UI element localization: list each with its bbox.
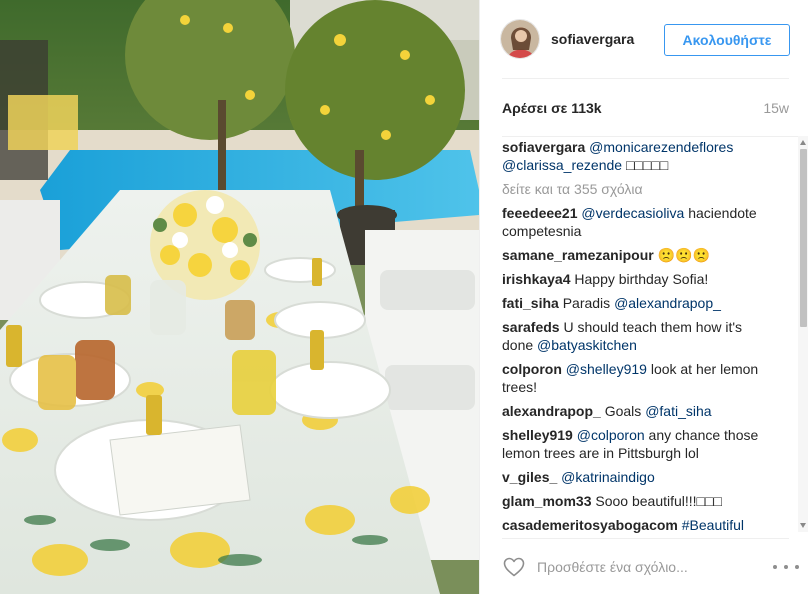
dot bbox=[795, 565, 799, 569]
post-caption: sofiavergara @monicarezendeflores @clari… bbox=[502, 138, 777, 174]
comment-username[interactable]: samane_ramezanipour bbox=[502, 247, 654, 263]
avatar[interactable] bbox=[500, 19, 540, 59]
list-item: colporon @shelley919 look at her lemon t… bbox=[502, 360, 777, 396]
caption-mention[interactable]: @clarissa_rezende bbox=[502, 157, 622, 173]
comment-text: Goals bbox=[600, 403, 646, 419]
scroll-down-arrow-icon[interactable] bbox=[800, 523, 806, 528]
comment-mention[interactable]: @alexandrapop_ bbox=[614, 295, 721, 311]
comment-mention[interactable]: @fati_siha bbox=[645, 403, 711, 419]
list-item: sarafeds U should teach them how it's do… bbox=[502, 318, 777, 354]
post-side-panel: sofiavergara Ακολουθήστε Αρέσει σε 113k … bbox=[479, 0, 808, 594]
comment-username[interactable]: feeedeee21 bbox=[502, 205, 578, 221]
comment-text: Happy birthday Sofia! bbox=[570, 271, 709, 287]
post-timestamp[interactable]: 15w bbox=[763, 100, 789, 116]
comment-mention[interactable]: @batyaskitchen bbox=[537, 337, 637, 353]
more-options-icon[interactable] bbox=[773, 558, 799, 576]
list-item: shelley919 @colporon any chance those le… bbox=[502, 426, 777, 462]
scroll-up-arrow-icon[interactable] bbox=[800, 140, 806, 145]
comment-mention[interactable]: @shelley919 bbox=[566, 361, 647, 377]
comment-text: Paradis bbox=[558, 295, 615, 311]
comment-mention[interactable]: @colporon bbox=[577, 427, 645, 443]
dot bbox=[784, 565, 788, 569]
list-item: irishkaya4 Happy birthday Sofia! bbox=[502, 270, 777, 288]
likes-count[interactable]: Αρέσει σε 113k bbox=[502, 100, 602, 116]
post-image bbox=[0, 0, 479, 594]
list-item: samane_ramezanipour 🙁🙁🙁 bbox=[502, 246, 777, 264]
comment-username[interactable]: shelley919 bbox=[502, 427, 573, 443]
comment-username[interactable]: alexandrapop_ bbox=[502, 403, 601, 419]
profile-picture-icon bbox=[501, 20, 539, 58]
comment-mention[interactable]: #Beautiful bbox=[682, 517, 744, 533]
comment-username[interactable]: colporon bbox=[502, 361, 562, 377]
caption-mention[interactable]: @monicarezendeflores bbox=[589, 139, 733, 155]
comment-username[interactable]: casademeritosyabogacom bbox=[502, 517, 678, 533]
comment-username[interactable]: sarafeds bbox=[502, 319, 560, 335]
comment-text: 🙁🙁🙁 bbox=[653, 247, 710, 263]
comment-username[interactable]: v_giles_ bbox=[502, 469, 557, 485]
list-item: v_giles_ @katrinaindigo bbox=[502, 468, 777, 486]
post-photo[interactable] bbox=[0, 0, 479, 594]
dot bbox=[773, 565, 777, 569]
comments-scrollbar[interactable] bbox=[798, 136, 808, 532]
comment-text: Sooo beautiful!!!□□□ bbox=[591, 493, 722, 509]
post-header: sofiavergara Ακολουθήστε bbox=[480, 0, 808, 78]
likes-row: Αρέσει σε 113k 15w bbox=[502, 78, 789, 136]
comment-username[interactable]: glam_mom33 bbox=[502, 493, 591, 509]
comment-username[interactable]: irishkaya4 bbox=[502, 271, 571, 287]
add-comment-input[interactable] bbox=[537, 558, 757, 575]
list-item: casademeritosyabogacom #Beautiful bbox=[502, 516, 777, 534]
heart-outline-icon bbox=[503, 557, 525, 576]
post-username[interactable]: sofiavergara bbox=[551, 31, 634, 47]
comment-mention[interactable]: @katrinaindigo bbox=[561, 469, 655, 485]
comments-list[interactable]: sofiavergara @monicarezendeflores @clari… bbox=[502, 136, 798, 538]
view-all-comments-link[interactable]: δείτε και τα 355 σχόλια bbox=[502, 180, 798, 198]
comment-mention[interactable]: @verdecasioliva bbox=[581, 205, 684, 221]
list-item: alexandrapop_ Goals @fati_siha bbox=[502, 402, 777, 420]
caption-username[interactable]: sofiavergara bbox=[502, 139, 585, 155]
like-button[interactable] bbox=[502, 555, 526, 579]
list-item: glam_mom33 Sooo beautiful!!!□□□ bbox=[502, 492, 777, 510]
scrollbar-thumb[interactable] bbox=[800, 149, 807, 327]
add-comment-bar bbox=[502, 538, 799, 594]
comment-username[interactable]: fati_siha bbox=[502, 295, 559, 311]
follow-button[interactable]: Ακολουθήστε bbox=[664, 24, 790, 56]
list-item: feeedeee21 @verdecasioliva haciendote co… bbox=[502, 204, 777, 240]
list-item: fati_siha Paradis @alexandrapop_ bbox=[502, 294, 777, 312]
caption-emojis: □□□□□ bbox=[625, 157, 669, 173]
